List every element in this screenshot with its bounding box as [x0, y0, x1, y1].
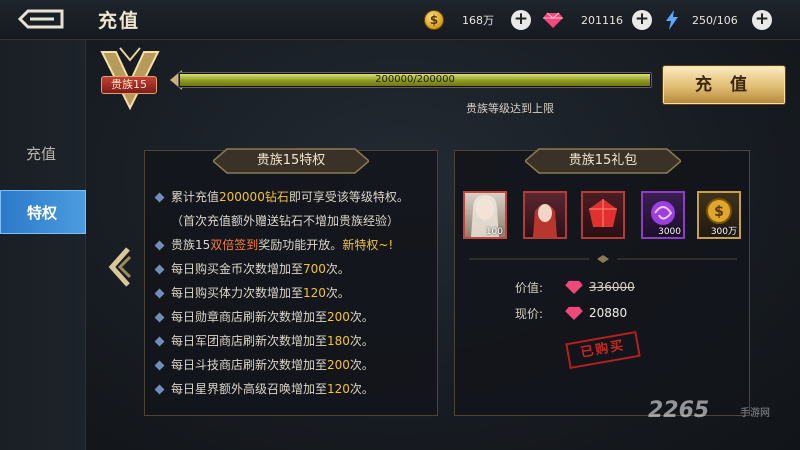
bullet-diamond-icon	[154, 288, 165, 299]
gift-item-gold[interactable]: $ 300万	[697, 191, 741, 239]
gold-resource: $ 168万	[424, 9, 494, 31]
diamond-value: 201116	[581, 13, 623, 27]
privileges-title: 贵族15特权	[256, 153, 326, 168]
privilege-text: 200000钻石	[219, 190, 289, 204]
lightning-bolt-icon	[666, 10, 678, 30]
sidebar-item-privileges[interactable]: 特权	[0, 190, 86, 234]
privilege-text: 200	[327, 310, 350, 324]
current-price: 20880	[589, 306, 628, 320]
bullet-diamond-icon	[154, 312, 165, 323]
gold-coin-icon: $	[424, 10, 444, 30]
privilege-text: 180	[327, 334, 350, 348]
noble-level-badge: 贵族15	[101, 76, 157, 94]
item-quantity: 3000	[658, 227, 681, 237]
red-gem-icon	[589, 199, 617, 227]
privilege-text: 700	[303, 262, 326, 276]
gift-items-row: 100 3000 $ 300万	[461, 191, 751, 243]
privilege-text: 次。	[349, 382, 374, 396]
sidebar: 充值 特权	[0, 40, 86, 450]
bullet-diamond-icon	[154, 336, 165, 347]
progress-text: 200000/200000	[375, 74, 455, 85]
stamina-value: 250/106	[692, 13, 738, 27]
privilege-text: 奖励功能开放。	[258, 238, 343, 252]
gift-item-ruby[interactable]	[581, 191, 625, 239]
purchased-stamp: 已购买	[565, 330, 641, 370]
privilege-item: 每日斗技商店刷新次数增加至200次。	[153, 357, 433, 374]
recharge-button[interactable]: 充 值	[663, 66, 785, 104]
hero-portrait-icon	[533, 204, 557, 237]
privilege-item: 每日购买金币次数增加至700次。	[153, 261, 433, 278]
add-diamond-button[interactable]: +	[632, 10, 652, 30]
gold-value: 168万	[462, 14, 494, 27]
privilege-text: 200	[327, 358, 350, 372]
bullet-diamond-icon	[154, 384, 165, 395]
page-title: 充值	[98, 10, 141, 32]
diamond-gem-icon	[543, 12, 563, 28]
privilege-item: 贵族15双倍签到奖励功能开放。新特权~!	[153, 237, 433, 254]
bullet-diamond-icon	[154, 192, 165, 203]
privilege-text: 次。	[349, 334, 374, 348]
privilege-text: 新特权~!	[342, 238, 394, 252]
level-cap-note: 贵族等级达到上限	[466, 102, 554, 115]
back-arrow-icon[interactable]	[14, 6, 68, 32]
privilege-text: 每日购买体力次数增加至	[171, 286, 304, 300]
privilege-text: 每日斗技商店刷新次数增加至	[171, 358, 328, 372]
privilege-text: 累计充值	[171, 190, 220, 204]
current-price-label: 现价:	[515, 306, 544, 321]
privileges-list[interactable]: 累计充值200000钻石即可享受该等级特权。 （首次充值额外赠送钻石不增加贵族经验…	[153, 189, 433, 409]
diamond-gem-icon	[565, 280, 583, 294]
privilege-text: 每日购买金币次数增加至	[171, 262, 304, 276]
privilege-text: 双倍签到	[210, 238, 259, 252]
add-stamina-button[interactable]: +	[752, 10, 772, 30]
top-bar: 充值 $ 168万 + 201116 + 250/106 +	[0, 0, 800, 40]
diamond-resource: 201116	[543, 9, 623, 31]
bullet-diamond-icon	[154, 264, 165, 275]
ornament-divider-icon	[469, 255, 737, 263]
diamond-gem-icon	[565, 306, 583, 320]
privilege-item: 每日勋章商店刷新次数增加至200次。	[153, 309, 433, 326]
gift-item-hero-1[interactable]: 100	[463, 191, 507, 239]
item-quantity: 300万	[710, 227, 737, 237]
watermark-logo: 2265	[648, 398, 710, 423]
noble-progress-bar: 200000/200000	[178, 72, 652, 88]
privilege-text: 120	[303, 286, 326, 300]
svg-text:$: $	[714, 204, 724, 220]
bullet-diamond-icon	[154, 240, 165, 251]
gift-pack-panel: 贵族15礼包 100 3000 $ 300万 价值: 336000 现价: 20…	[454, 147, 751, 416]
privilege-text: 次。	[325, 286, 350, 300]
privilege-text: 每日军团商店刷新次数增加至	[171, 334, 328, 348]
gift-panel-header: 贵族15礼包	[525, 147, 681, 175]
stamina-resource: 250/106	[664, 9, 738, 31]
privilege-text: 贵族15	[171, 238, 211, 252]
privileges-panel: 贵族15特权 累计充值200000钻石即可享受该等级特权。 （首次充值额外赠送钻石…	[144, 147, 438, 416]
sidebar-item-recharge[interactable]: 充值	[0, 132, 86, 176]
privilege-text: （首次充值额外赠送钻石不增加贵族经验）	[171, 214, 400, 228]
original-price-row: 价值: 336000	[515, 277, 635, 297]
privilege-item: （首次充值额外赠送钻石不增加贵族经验）	[153, 213, 433, 230]
original-price-label: 价值:	[515, 280, 544, 295]
game-recharge-screen: 充值 $ 168万 + 201116 + 250/106 + 充值 特权 贵族1…	[0, 0, 800, 450]
privilege-text: 每日星界额外高级召唤增加至	[171, 382, 328, 396]
privilege-text: 每日勋章商店刷新次数增加至	[171, 310, 328, 324]
privilege-item: 每日星界额外高级召唤增加至120次。	[153, 381, 433, 398]
gift-item-orb[interactable]: 3000	[641, 191, 685, 239]
bullet-diamond-icon	[154, 360, 165, 371]
privilege-item: 累计充值200000钻石即可享受该等级特权。	[153, 189, 433, 206]
privilege-text: 次。	[325, 262, 350, 276]
privileges-panel-header: 贵族15特权	[213, 147, 369, 175]
privilege-text: 即可享受该等级特权。	[288, 190, 409, 204]
privilege-text: 次。	[349, 310, 374, 324]
privilege-text: 次。	[349, 358, 374, 372]
watermark-sub: 手游网	[740, 408, 770, 419]
privilege-item: 每日军团商店刷新次数增加至180次。	[153, 333, 433, 350]
previous-level-arrow-icon[interactable]	[106, 245, 132, 289]
original-price: 336000	[589, 280, 635, 294]
privilege-text: 120	[327, 382, 350, 396]
item-quantity: 100	[485, 227, 503, 237]
gift-title: 贵族15礼包	[568, 153, 638, 168]
current-price-row: 现价: 20880	[515, 303, 627, 323]
privilege-item: 每日购买体力次数增加至120次。	[153, 285, 433, 302]
add-gold-button[interactable]: +	[511, 10, 531, 30]
gift-item-hero-2[interactable]	[523, 191, 567, 239]
